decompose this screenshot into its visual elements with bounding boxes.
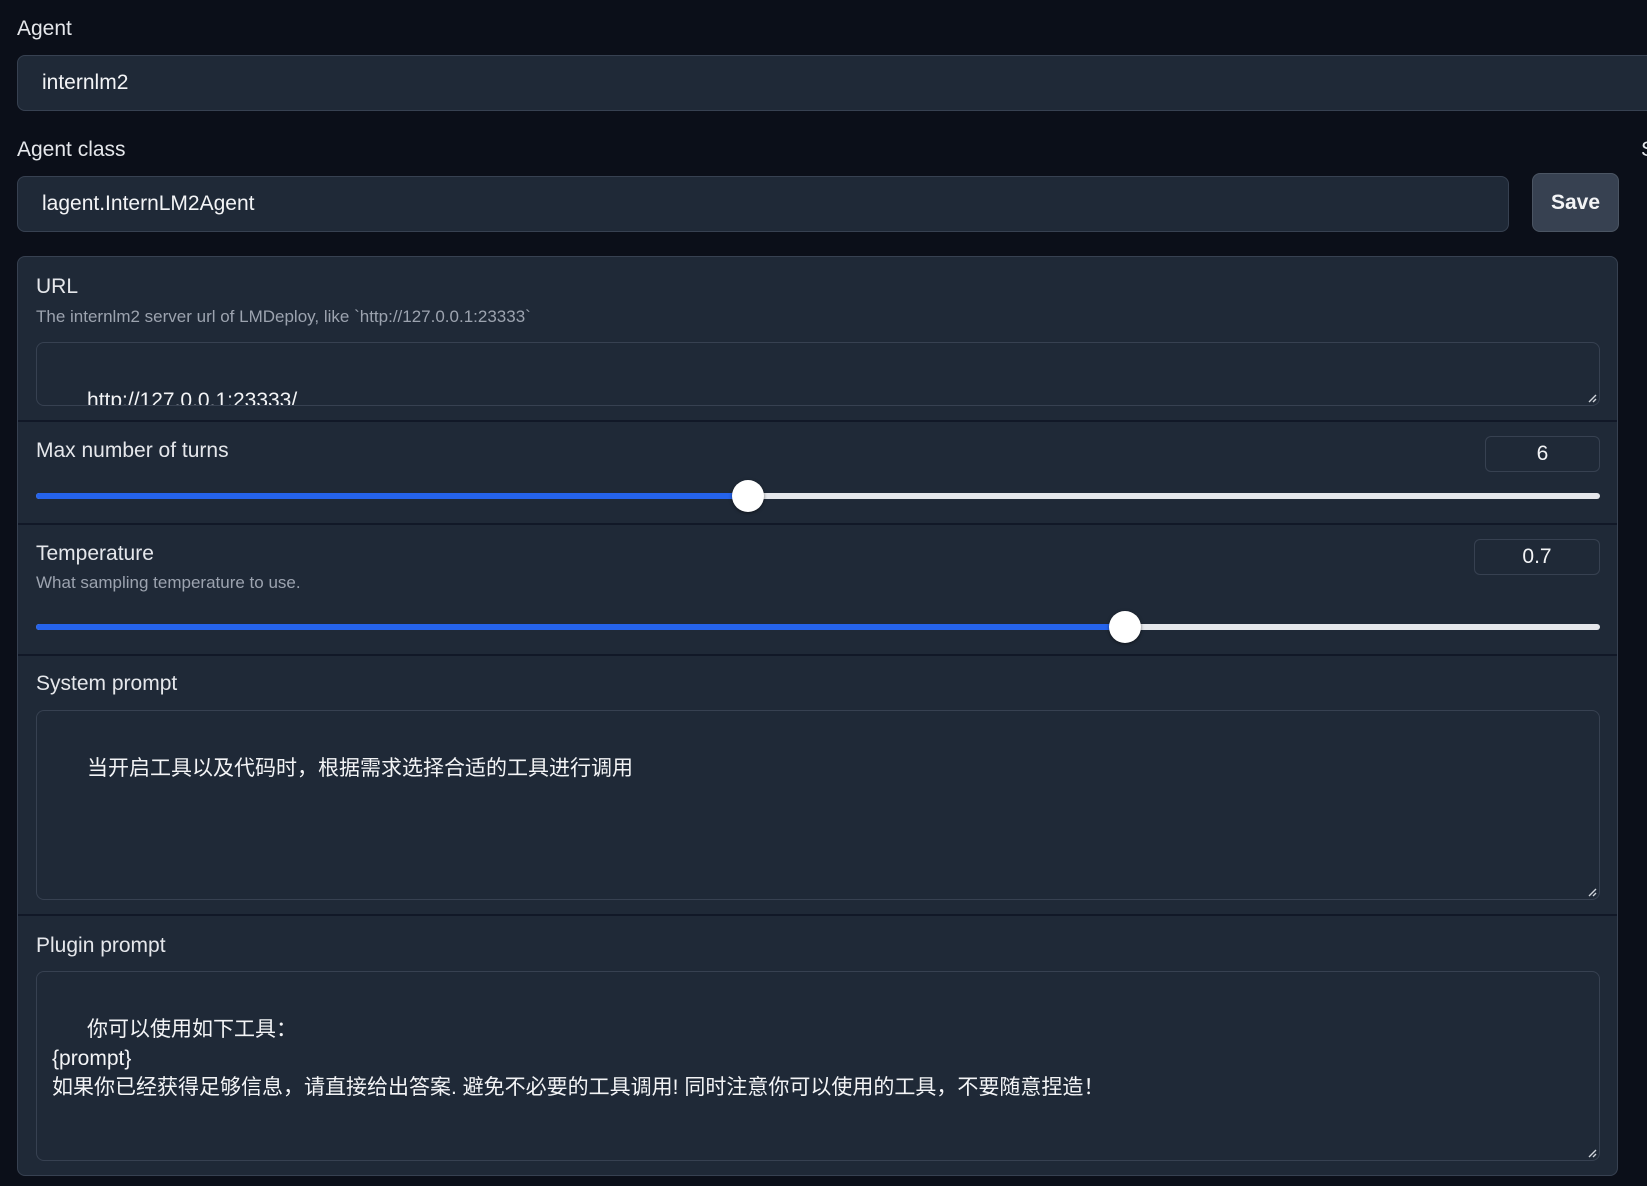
slider-fill bbox=[36, 493, 748, 499]
agent-label: Agent bbox=[17, 17, 72, 40]
temperature-info: What sampling temperature to use. bbox=[36, 573, 301, 592]
agent-dropdown[interactable]: internlm2 bbox=[17, 55, 1647, 111]
slider-fill bbox=[36, 624, 1125, 630]
divider bbox=[18, 523, 1617, 525]
settings-page: Agent internlm2 Agent class lagent.Inter… bbox=[0, 0, 1647, 1186]
plugin-prompt-value: 你可以使用如下工具： {prompt} 如果你已经获得足够信息，请直接给出答案.… bbox=[52, 1018, 1105, 1099]
temperature-number-input[interactable]: 0.7 bbox=[1474, 539, 1600, 575]
temperature-label: Temperature bbox=[36, 542, 154, 565]
agent-value: internlm2 bbox=[42, 71, 129, 94]
temperature-slider[interactable] bbox=[36, 611, 1600, 643]
url-info: The internlm2 server url of LMDeploy, li… bbox=[36, 307, 531, 326]
max-turns-label: Max number of turns bbox=[36, 439, 229, 462]
url-value: http://127.0.0.1:23333/ bbox=[87, 389, 298, 406]
url-label: URL bbox=[36, 275, 79, 298]
plugin-prompt-textarea[interactable]: 你可以使用如下工具： {prompt} 如果你已经获得足够信息，请直接给出答案.… bbox=[36, 971, 1600, 1161]
resize-grip-icon[interactable] bbox=[1586, 1147, 1597, 1158]
save-button[interactable]: Save bbox=[1532, 173, 1619, 232]
agent-class-value: lagent.InternLM2Agent bbox=[42, 192, 255, 215]
agent-class-input[interactable]: lagent.InternLM2Agent bbox=[17, 176, 1509, 232]
system-prompt-value: 当开启工具以及代码时，根据需求选择合适的工具进行调用 bbox=[87, 757, 634, 780]
resize-grip-icon[interactable] bbox=[1586, 886, 1597, 897]
slider-thumb[interactable] bbox=[1108, 611, 1141, 643]
system-prompt-label: System prompt bbox=[36, 672, 178, 695]
agent-settings-panel: URL The internlm2 server url of LMDeploy… bbox=[17, 256, 1618, 1176]
clipped-edge-text: S bbox=[1641, 138, 1647, 162]
divider bbox=[18, 654, 1617, 656]
system-prompt-textarea[interactable]: 当开启工具以及代码时，根据需求选择合适的工具进行调用 bbox=[36, 710, 1600, 900]
resize-grip-icon[interactable] bbox=[1586, 392, 1597, 403]
divider bbox=[18, 914, 1617, 916]
slider-thumb[interactable] bbox=[731, 480, 764, 512]
agent-class-label: Agent class bbox=[17, 138, 126, 161]
divider bbox=[18, 420, 1617, 422]
max-turns-number-input[interactable]: 6 bbox=[1485, 436, 1600, 472]
url-textarea[interactable]: http://127.0.0.1:23333/ bbox=[36, 342, 1600, 406]
plugin-prompt-label: Plugin prompt bbox=[36, 934, 166, 957]
max-turns-slider[interactable] bbox=[36, 480, 1600, 512]
